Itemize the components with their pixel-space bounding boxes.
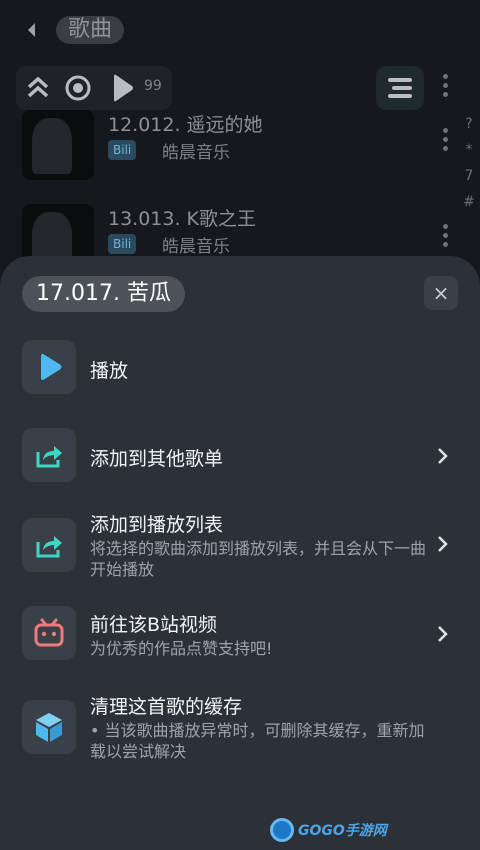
menu-item-add-to-queue[interactable]: 添加到播放列表 将选择的歌曲添加到播放列表，并且会从下一曲开始播放 bbox=[0, 504, 480, 594]
source-badge: Bili bbox=[108, 140, 137, 160]
menu-item-label: 清理这首歌的缓存 bbox=[90, 696, 243, 718]
page-header: 歌曲 bbox=[0, 0, 480, 60]
menu-item-description: • 当该歌曲播放异常时，可删除其缓存，重新加载以尝试解决 bbox=[90, 721, 425, 761]
menu-item-label: 前往该B站视频 bbox=[90, 614, 218, 636]
back-arrow-icon[interactable] bbox=[22, 18, 42, 42]
album-cover bbox=[22, 110, 94, 180]
list-item[interactable]: 12.012. 遥远的她 Bili 皓晨音乐 bbox=[22, 110, 422, 180]
song-options-sheet: 17.017. 苦瓜 × 播放 添加到其他歌单 添加到播放列表 将选择的歌曲添加… bbox=[0, 256, 480, 850]
index-letter[interactable]: * bbox=[462, 142, 476, 158]
menu-item-clear-cache[interactable]: 清理这首歌的缓存 • 当该歌曲播放异常时，可删除其缓存，重新加载以尝试解决 bbox=[0, 686, 480, 776]
index-letter[interactable]: 7 bbox=[462, 168, 476, 184]
list-menu-icon bbox=[388, 78, 412, 98]
menu-item-label: 添加到播放列表 bbox=[90, 514, 224, 536]
share-icon bbox=[22, 428, 76, 482]
source-badge: Bili bbox=[108, 234, 137, 254]
chevron-right-icon bbox=[438, 448, 448, 464]
song-title: 12.012. 遥远的她 bbox=[108, 114, 263, 136]
song-title: 13.013. K歌之王 bbox=[108, 208, 257, 230]
song-more-icon[interactable] bbox=[442, 128, 448, 156]
chevron-right-icon bbox=[438, 626, 448, 642]
index-letter[interactable]: # bbox=[462, 194, 476, 210]
page-title: 歌曲 bbox=[56, 16, 125, 44]
menu-item-play[interactable]: 播放 bbox=[0, 328, 480, 408]
share-icon bbox=[22, 518, 76, 572]
cube-icon bbox=[22, 700, 76, 754]
play-icon bbox=[22, 340, 76, 394]
menu-item-add-to-playlist[interactable]: 添加到其他歌单 bbox=[0, 416, 480, 496]
artist-name: 皓晨音乐 bbox=[162, 143, 230, 163]
watermark-logo-icon bbox=[270, 818, 294, 842]
menu-item-label: 播放 bbox=[90, 360, 129, 382]
play-all-icon[interactable] bbox=[108, 74, 136, 102]
sheet-title: 17.017. 苦瓜 bbox=[22, 276, 185, 312]
collapse-up-icon[interactable] bbox=[24, 74, 52, 102]
close-button[interactable]: × bbox=[424, 276, 458, 310]
locate-target-icon[interactable] bbox=[64, 74, 92, 102]
menu-item-label: 添加到其他歌单 bbox=[90, 448, 224, 470]
chevron-right-icon bbox=[438, 536, 448, 552]
index-letter[interactable]: ? bbox=[462, 116, 476, 132]
playlist-toolbar: 99 bbox=[16, 66, 172, 110]
menu-item-description: 为优秀的作品点赞支持吧! bbox=[90, 639, 273, 658]
song-more-icon[interactable] bbox=[442, 224, 448, 252]
watermark-text: GOGO手游网 bbox=[298, 823, 387, 839]
artist-name: 皓晨音乐 bbox=[162, 237, 230, 257]
bilibili-icon bbox=[22, 606, 76, 660]
watermark: GOGO手游网 bbox=[270, 818, 387, 842]
more-options-icon[interactable] bbox=[442, 74, 448, 102]
song-count: 99 bbox=[144, 78, 162, 94]
sort-button[interactable] bbox=[376, 66, 424, 110]
menu-item-description: 将选择的歌曲添加到播放列表，并且会从下一曲开始播放 bbox=[90, 539, 427, 579]
menu-item-bilibili-video[interactable]: 前往该B站视频 为优秀的作品点赞支持吧! bbox=[0, 602, 480, 682]
